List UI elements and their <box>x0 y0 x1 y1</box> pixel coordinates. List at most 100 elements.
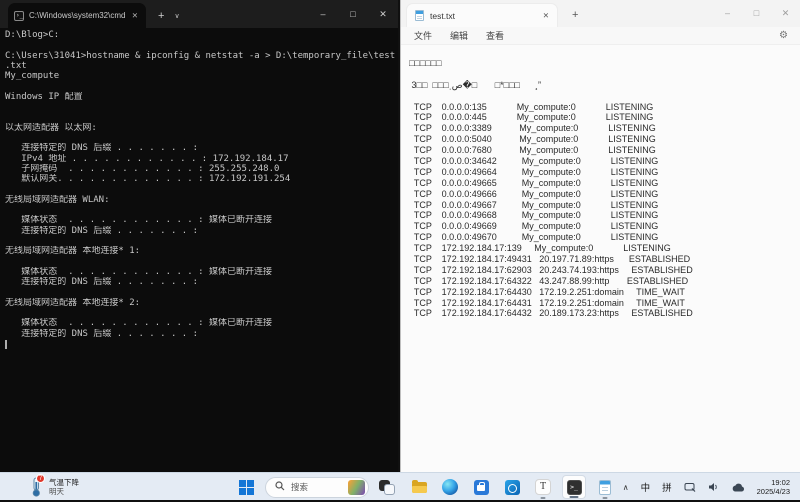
new-tab-button[interactable]: + <box>572 9 578 21</box>
terminal-line: 媒体状态 . . . . . . . . . . . . : 媒体已断开连接 <box>5 267 398 277</box>
notepad-line: TCP 172.192.184.17:64430 172.19.2.251:do… <box>409 287 800 298</box>
notepad-line: □□□□□□ <box>409 58 800 69</box>
notepad-tab-testtxt[interactable]: test.txt ✕ <box>406 3 558 27</box>
menu-view[interactable]: 查看 <box>477 29 513 42</box>
weather-subline: 明天 <box>49 487 79 496</box>
volume-icon[interactable] <box>702 482 725 492</box>
notepad-line <box>409 69 800 80</box>
search-icon <box>275 478 285 496</box>
outlook-button[interactable] <box>500 475 524 499</box>
terminal-line: C:\Users\31041>hostname & ipconfig & net… <box>5 51 398 61</box>
search-highlight-image[interactable] <box>348 480 365 495</box>
tab-close-icon[interactable]: ✕ <box>130 11 140 20</box>
notepad-line: TCP 172.192.184.17:62903 20.243.74.193:h… <box>409 265 800 276</box>
edge-icon <box>442 479 458 495</box>
terminal-line <box>5 257 398 267</box>
notepad-window: test.txt ✕ + – □ ✕ 文件 编辑 查看 ⚙ □□□□□□ 3□□… <box>400 0 800 472</box>
notepad-line: TCP 172.192.184.17:49431 20.197.71.89:ht… <box>409 254 800 265</box>
notepad-line: TCP 0.0.0.0:445 My_compute:0 LISTENING <box>409 112 800 123</box>
tab-close-icon[interactable]: ✕ <box>543 11 549 20</box>
notepad-line: TCP 172.192.184.17:64432 20.189.173.23:h… <box>409 308 800 319</box>
store-button[interactable] <box>469 475 493 499</box>
clock[interactable]: 19:02 2025/4/23 <box>751 478 794 496</box>
settings-gear-icon[interactable]: ⚙ <box>779 30 788 41</box>
onedrive-cloud-icon[interactable] <box>725 483 751 492</box>
tray-expand-button[interactable]: ∧ <box>617 483 635 492</box>
menu-file[interactable]: 文件 <box>405 29 441 42</box>
file-explorer-button[interactable] <box>407 475 431 499</box>
weather-headline: 气温下降 <box>49 478 79 487</box>
weather-widget[interactable]: 7 气温下降 明天 <box>30 476 79 498</box>
system-tray: ∧ 中 拼 19:02 2025/4/23 <box>617 473 794 501</box>
ime-mode-indicator[interactable]: 拼 <box>656 480 678 494</box>
terminal-line: 以太网适配器 以太网: <box>5 123 398 133</box>
terminal-line: 无线局域网适配器 本地连接* 2: <box>5 298 398 308</box>
new-tab-button[interactable]: + <box>158 10 164 22</box>
terminal-icon: >_ <box>567 480 582 495</box>
typora-icon: T <box>535 479 551 495</box>
notepad-line: TCP 0.0.0.0:49665 My_compute:0 LISTENING <box>409 178 800 189</box>
tab-dropdown-button[interactable]: ∨ <box>174 12 179 20</box>
notepad-menubar: 文件 编辑 查看 ⚙ <box>401 27 800 45</box>
terminal-line: 无线局域网适配器 本地连接* 1: <box>5 246 398 256</box>
terminal-line: 连接特定的 DNS 后缀 . . . . . . . : <box>5 277 398 287</box>
close-button[interactable]: ✕ <box>368 0 398 28</box>
notepad-line: TCP 0.0.0.0:49670 My_compute:0 LISTENING <box>409 232 800 243</box>
notepad-line: TCP 0.0.0.0:49669 My_compute:0 LISTENING <box>409 221 800 232</box>
terminal-taskbar-button[interactable]: >_ <box>562 475 586 499</box>
task-view-icon <box>377 482 399 493</box>
terminal-line: 连接特定的 DNS 后缀 . . . . . . . : <box>5 143 398 153</box>
terminal-titlebar[interactable]: ›_ C:\Windows\system32\cmd.ex ✕ + ∨ – □ … <box>0 0 398 28</box>
running-indicator-active <box>570 496 579 498</box>
terminal-line <box>5 287 398 297</box>
notepad-line: TCP 172.192.184.17:64322 43.247.88.99:ht… <box>409 276 800 287</box>
terminal-output[interactable]: D:\Blog>C: C:\Users\31041>hostname & ipc… <box>0 28 398 339</box>
terminal-line: 连接特定的 DNS 后缀 . . . . . . . : <box>5 329 398 339</box>
clock-time: 19:02 <box>757 478 790 487</box>
notepad-line: TCP 0.0.0.0:34642 My_compute:0 LISTENING <box>409 156 800 167</box>
notepad-line: 3□□ □□□ˌص�□ □*□□□ ¸” <box>409 80 800 91</box>
terminal-line: 连接特定的 DNS 后缀 . . . . . . . : <box>5 226 398 236</box>
notepad-line <box>409 91 800 102</box>
minimize-button[interactable]: – <box>713 0 742 27</box>
edge-button[interactable] <box>438 475 462 499</box>
terminal-line <box>5 133 398 143</box>
notepad-line: TCP 0.0.0.0:135 My_compute:0 LISTENING <box>409 102 800 113</box>
terminal-line <box>5 40 398 50</box>
terminal-tab-cmd[interactable]: ›_ C:\Windows\system32\cmd.ex ✕ <box>8 3 146 28</box>
terminal-line: 媒体状态 . . . . . . . . . . . . : 媒体已断开连接 <box>5 215 398 225</box>
notepad-taskbar-button[interactable] <box>593 475 617 499</box>
terminal-window: ›_ C:\Windows\system32\cmd.ex ✕ + ∨ – □ … <box>0 0 398 472</box>
ime-language-indicator[interactable]: 中 <box>635 480 657 494</box>
maximize-button[interactable]: □ <box>338 0 368 28</box>
terminal-line <box>5 184 398 194</box>
running-indicator <box>541 497 546 499</box>
clock-date: 2025/4/23 <box>757 487 790 496</box>
notepad-icon <box>599 480 611 495</box>
search-box[interactable]: 搜索 <box>265 477 369 498</box>
notepad-line: TCP 172.192.184.17:139 My_compute:0 LIST… <box>409 243 800 254</box>
file-explorer-icon <box>412 482 427 493</box>
notepad-line: TCP 0.0.0.0:49666 My_compute:0 LISTENING <box>409 189 800 200</box>
menu-edit[interactable]: 编辑 <box>441 29 477 42</box>
weather-text: 气温下降 明天 <box>49 478 79 496</box>
notepad-line: TCP 172.192.184.17:64431 172.19.2.251:do… <box>409 298 800 309</box>
touch-keyboard-icon[interactable] <box>678 482 702 492</box>
terminal-line: 默认网关. . . . . . . . . . . . . : 172.192.… <box>5 174 398 184</box>
notepad-text[interactable]: □□□□□□ 3□□ □□□ˌص�□ □*□□□ ¸” TCP 0.0.0.0:… <box>401 45 800 319</box>
running-indicator <box>603 497 608 499</box>
terminal-window-controls: – □ ✕ <box>308 0 398 28</box>
notepad-titlebar[interactable]: test.txt ✕ + – □ ✕ <box>401 0 800 27</box>
start-button[interactable] <box>234 475 258 499</box>
terminal-line: 无线局域网适配器 WLAN: <box>5 195 398 205</box>
thermometer-icon: 7 <box>30 477 44 497</box>
task-view-button[interactable] <box>376 475 400 499</box>
terminal-line: My_compute <box>5 71 398 81</box>
terminal-line: IPv4 地址 . . . . . . . . . . . . : 172.19… <box>5 154 398 164</box>
minimize-button[interactable]: – <box>308 0 338 28</box>
maximize-button[interactable]: □ <box>742 0 771 27</box>
notepad-tab-title: test.txt <box>430 11 537 21</box>
notepad-file-icon <box>415 10 424 21</box>
typora-button[interactable]: T <box>531 475 555 499</box>
close-button[interactable]: ✕ <box>771 0 800 27</box>
